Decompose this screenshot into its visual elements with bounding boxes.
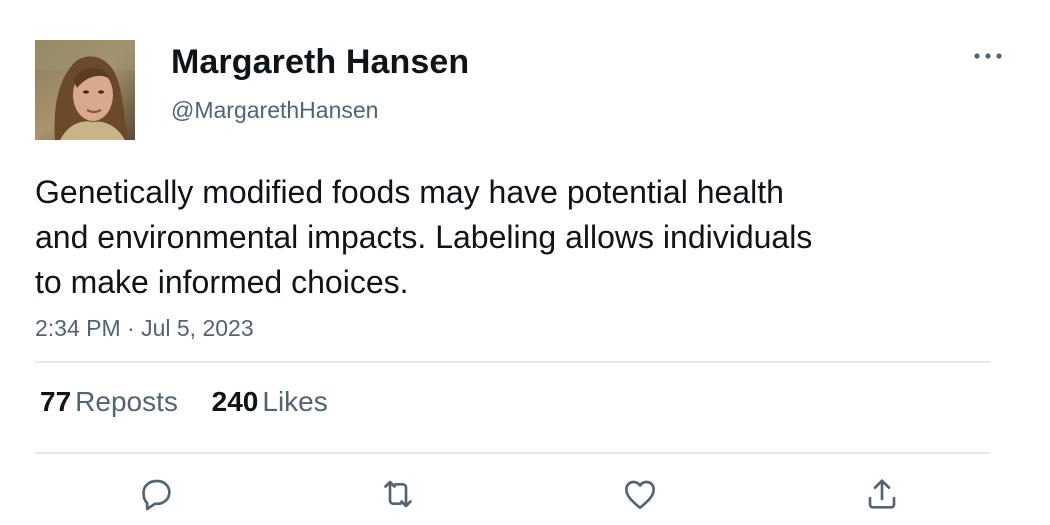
reposts-stat[interactable]: 77 Reposts <box>40 386 178 418</box>
reposts-label: Reposts <box>75 386 178 417</box>
tweet-text-line: Genetically modified foods may have pote… <box>35 174 784 210</box>
likes-label: Likes <box>262 386 328 417</box>
reply-icon[interactable] <box>136 474 176 514</box>
avatar[interactable] <box>35 40 135 140</box>
share-icon[interactable] <box>862 474 902 514</box>
tweet-text: Genetically modified foods may have pote… <box>35 170 935 305</box>
more-options-icon[interactable] <box>968 44 1008 68</box>
tweet-timestamp[interactable]: 2:34 PM · Jul 5, 2023 <box>35 315 254 342</box>
tweet-text-line: to make informed choices. <box>35 264 409 300</box>
author-display-name[interactable]: Margareth Hansen <box>171 43 469 82</box>
likes-count: 240 <box>211 386 259 417</box>
divider <box>35 452 990 454</box>
repost-icon[interactable] <box>378 474 418 514</box>
engagement-stats: 77 Reposts 240 Likes <box>40 386 354 418</box>
tweet-card: Margareth Hansen @MargarethHansen Geneti… <box>0 0 1050 525</box>
like-icon[interactable] <box>620 474 660 514</box>
reposts-count: 77 <box>40 386 72 417</box>
tweet-text-line: and environmental impacts. Labeling allo… <box>35 219 813 255</box>
author-handle[interactable]: @MargarethHansen <box>171 97 378 124</box>
divider <box>35 361 990 363</box>
profile-photo-icon <box>35 40 135 140</box>
likes-stat[interactable]: 240 Likes <box>212 386 328 418</box>
